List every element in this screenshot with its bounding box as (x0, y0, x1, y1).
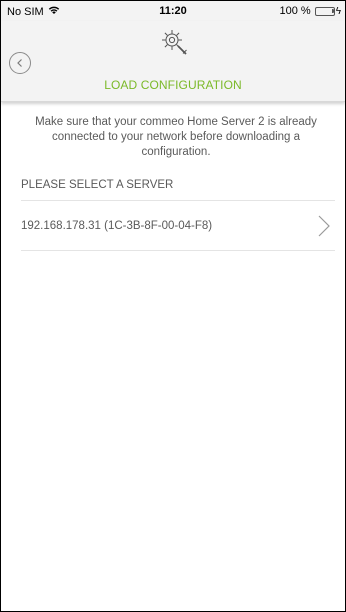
app-screen: No SIM 11:20 100 % ϟ LOAD CONFIGURATION … (0, 0, 346, 612)
server-list-item[interactable]: 192.168.178.31 (1C-3B-8F-00-04-F8) (21, 201, 335, 250)
status-bar: No SIM 11:20 100 % ϟ (1, 1, 345, 21)
battery-icon (314, 6, 335, 16)
header: LOAD CONFIGURATION (1, 21, 345, 102)
server-label: 192.168.178.31 (1C-3B-8F-00-04-F8) (21, 220, 213, 232)
battery-percent: 100 % (279, 5, 311, 17)
section-label: PLEASE SELECT A SERVER (21, 179, 174, 191)
status-right: 100 % ϟ (280, 5, 342, 17)
info-text: Make sure that your commeo Home Server 2… (35, 116, 317, 158)
charging-icon: ϟ (335, 5, 341, 17)
page-title: LOAD CONFIGURATION (104, 78, 242, 92)
back-button[interactable] (9, 52, 31, 74)
configuration-gear-icon (162, 30, 187, 55)
divider (21, 250, 335, 251)
chevron-left-icon (17, 59, 22, 67)
chevron-right-icon (318, 215, 330, 237)
